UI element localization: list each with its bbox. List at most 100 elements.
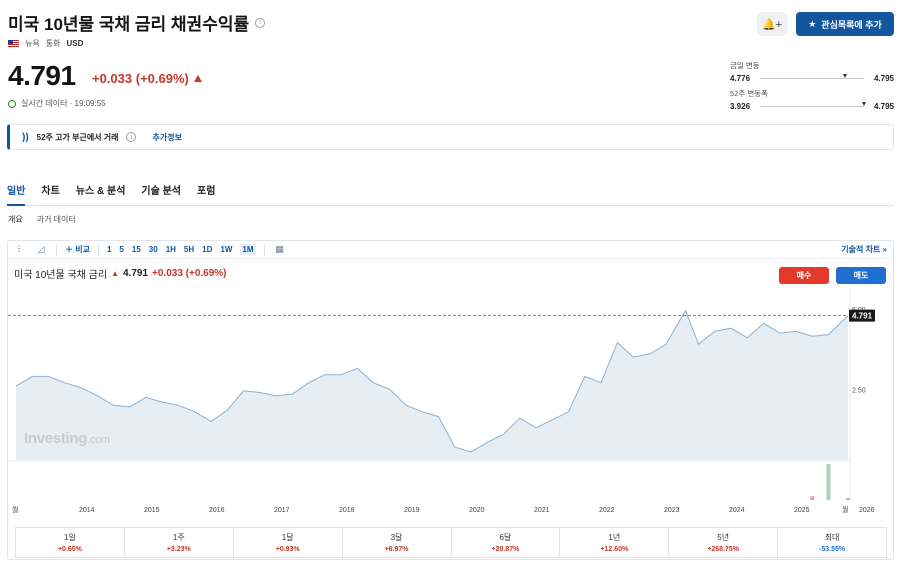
- toolbar-divider: [56, 243, 57, 256]
- volume-bar: [846, 498, 850, 500]
- candlestick-icon[interactable]: ⫶: [12, 244, 26, 256]
- buy-button[interactable]: 매수: [779, 267, 829, 284]
- week52-range: 52주 변동폭 3.926 4.795: [730, 88, 894, 111]
- performance-period: 6달: [499, 533, 512, 542]
- performance-period: 1달: [281, 533, 294, 542]
- x-tick-label: 2025: [794, 507, 810, 514]
- subtab-historical-data[interactable]: 과거 데이터: [37, 214, 76, 225]
- up-arrow-icon: [193, 75, 202, 82]
- performance-period: 5년: [717, 533, 730, 542]
- rss-icon: )): [22, 131, 29, 143]
- x-tick-label: 2026: [859, 507, 875, 514]
- last-price-tag-label: 4.791: [852, 312, 873, 321]
- region-label: 뉴욕: [25, 39, 40, 48]
- watchlist-label: 관심목록에 추가: [821, 19, 882, 30]
- info-icon[interactable]: i: [255, 17, 266, 28]
- more-info-link[interactable]: 추가정보: [152, 132, 181, 143]
- area-chart-icon[interactable]: ◿: [34, 244, 48, 256]
- interval-1w[interactable]: 1W: [220, 245, 232, 254]
- investing-logo: Investing.com: [24, 430, 110, 447]
- x-tick-label: 2021: [534, 507, 550, 514]
- legend-name: 미국 10년물 국채 금리: [14, 270, 108, 281]
- x-tick-label: 2014: [79, 507, 95, 514]
- day-range-marker-icon: [843, 74, 848, 78]
- us-flag-icon: [8, 40, 19, 47]
- clock-icon: [8, 99, 16, 108]
- week52-range-track: [760, 102, 866, 107]
- performance-value: +0.93%: [275, 546, 300, 553]
- performance-value: +0.65%: [57, 546, 82, 553]
- interval-1d[interactable]: 1D: [202, 245, 212, 254]
- performance-value: +268.75%: [707, 546, 740, 553]
- performance-value: +12.60%: [600, 546, 629, 553]
- tab-technical[interactable]: 기술 분석: [141, 176, 181, 206]
- performance-cell: 최대 -53.55%: [778, 528, 886, 557]
- legend-up-icon: ▲: [111, 269, 119, 278]
- x-tick-label: 2019: [404, 507, 420, 514]
- price-change: +0.033 (+0.69%): [92, 71, 202, 86]
- compare-button[interactable]: ＋ 비교: [65, 244, 90, 255]
- watermark-suffix: .com: [87, 434, 110, 446]
- star-icon: ★: [808, 18, 817, 29]
- banner-text: 52주 고가 부근에서 거래: [36, 132, 119, 142]
- compare-label: 비교: [75, 245, 90, 254]
- interval-1[interactable]: 1: [107, 245, 111, 254]
- performance-period: 1년: [608, 533, 621, 542]
- x-tick-label: 2023: [664, 507, 680, 514]
- performance-cell: 1일 +0.65%: [16, 528, 125, 557]
- instrument-name: 미국 10년물 국채 금리 채권수익률: [8, 15, 250, 34]
- interval-1h[interactable]: 1H: [166, 245, 176, 254]
- instrument-meta: 뉴욕 통화 USD: [8, 38, 83, 49]
- legend-last: 4.791: [122, 268, 149, 279]
- performance-period: 1일: [64, 533, 76, 542]
- page-title: 미국 10년물 국채 금리 채권수익률 i: [8, 10, 266, 35]
- interval-5h[interactable]: 5H: [184, 245, 194, 254]
- toolbar-divider: [97, 243, 99, 256]
- week52-range-label: 52주 변동폭: [730, 89, 769, 98]
- main-tabs: 일반 차트 뉴스 & 분석 기술 분석 포럼: [7, 176, 894, 206]
- week52-high: 4.795: [873, 102, 894, 111]
- performance-value: -53.55%: [819, 546, 846, 553]
- x-tick-label: 2024: [729, 507, 745, 514]
- currency-label: 통화: [45, 39, 61, 48]
- last-price: 4.791: [8, 60, 76, 91]
- chart-legend: 미국 10년물 국채 금리 ▲ 4.791 +0.033 (+0.69%): [14, 266, 227, 281]
- interval-30[interactable]: 30: [149, 245, 158, 254]
- week52-range-marker-icon: [861, 102, 866, 106]
- price-chart[interactable]: 5.002.504.791월20142015201620172018201920…: [8, 290, 893, 515]
- add-to-watchlist-button[interactable]: ★ 관심목록에 추가: [796, 12, 894, 36]
- performance-value: +20.87%: [491, 546, 520, 553]
- interval-5[interactable]: 5: [119, 245, 123, 254]
- tab-forum[interactable]: 포럼: [197, 176, 215, 206]
- technical-chart-link[interactable]: 기술적 차트 »: [841, 244, 887, 255]
- price-change-value: +0.033 (+0.69%): [92, 71, 189, 86]
- interval-1m[interactable]: 1M: [240, 244, 256, 255]
- day-range: 금일 변동 4.776 4.795: [730, 60, 894, 83]
- performance-value: +3.23%: [166, 546, 191, 553]
- add-alert-button[interactable]: 🔔+: [757, 12, 787, 36]
- sell-button[interactable]: 매도: [836, 267, 886, 284]
- info-icon[interactable]: i: [126, 132, 137, 142]
- x-tick-label: 2018: [339, 507, 355, 514]
- sub-tabs: 개요 과거 데이터: [8, 214, 76, 225]
- performance-period: 최대: [824, 533, 840, 542]
- performance-cell: 1달 +0.93%: [234, 528, 343, 557]
- day-range-track: [760, 74, 864, 79]
- interval-15[interactable]: 15: [132, 245, 141, 254]
- toolbar-divider: [263, 243, 265, 256]
- tab-news-analysis[interactable]: 뉴스 & 분석: [76, 176, 126, 206]
- x-tick-label: 2016: [209, 507, 225, 514]
- currency-value: USD: [66, 39, 84, 48]
- day-high: 4.795: [873, 74, 894, 83]
- subtab-overview[interactable]: 개요: [8, 214, 23, 225]
- performance-period: 3달: [390, 533, 403, 542]
- performance-cell: 5년 +268.75%: [669, 528, 779, 557]
- realtime-status: 실시간 데이터 · 19:09:55: [8, 98, 106, 109]
- tab-general[interactable]: 일반: [7, 176, 26, 206]
- tab-chart[interactable]: 차트: [41, 176, 59, 206]
- volume-bar: [810, 496, 815, 500]
- day-range-label: 금일 변동: [730, 61, 760, 70]
- x-tick-label: 월: [12, 505, 18, 514]
- x-tick-label: 월: [842, 505, 848, 514]
- calendar-icon[interactable]: ▦: [273, 244, 287, 256]
